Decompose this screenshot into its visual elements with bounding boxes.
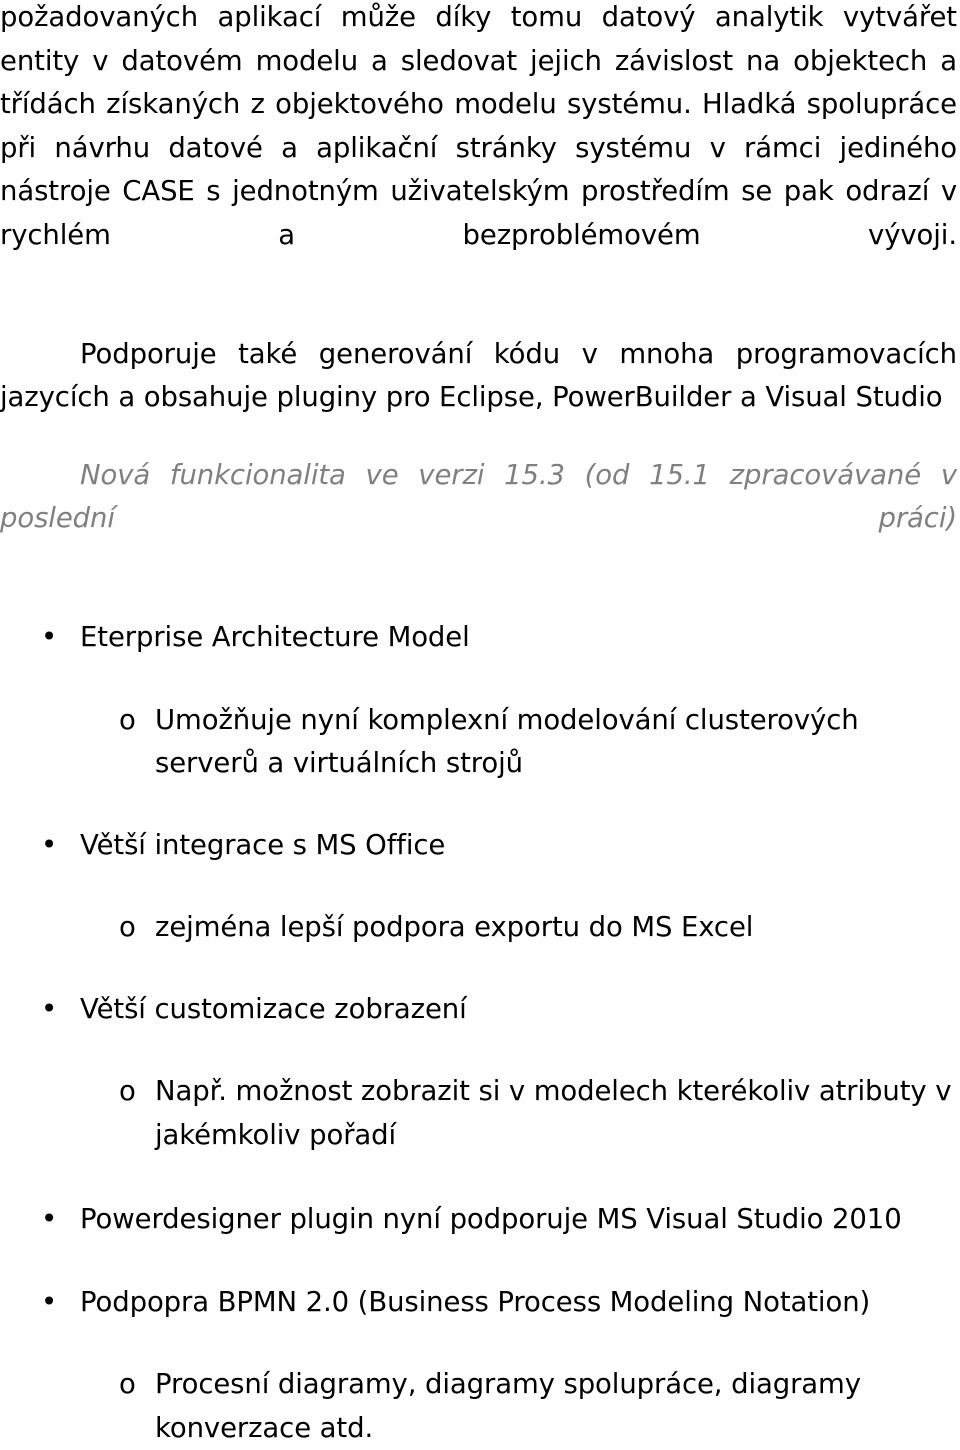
sub-list-item-label: Např. možnost zobrazit si v modelech kte… xyxy=(155,1075,952,1151)
list-gap xyxy=(0,1031,957,1070)
list-item: • Podpopra BPMN 2.0 (Business Process Mo… xyxy=(0,1281,957,1325)
bullet-icon: • xyxy=(41,1203,58,1235)
list-gap xyxy=(0,950,957,988)
list-gap xyxy=(0,1242,957,1281)
document-page: požadovaných aplikací může díky tomu dat… xyxy=(0,0,960,1444)
list-item-label: Podpopra BPMN 2.0 (Business Process Mode… xyxy=(80,1285,871,1318)
list-gap xyxy=(0,867,957,906)
paragraph-plugins: Podporuje také generování kódu v mnoha p… xyxy=(0,337,957,414)
list-item-label: Eterprise Architecture Model xyxy=(80,621,470,653)
list-gap xyxy=(0,1157,957,1198)
sub-list-item-label: Umožňuje nyní komplexní modelování clust… xyxy=(155,703,859,780)
list-item-label: Větší customizace zobrazení xyxy=(80,992,467,1025)
list-gap xyxy=(0,1324,957,1363)
note-spacer xyxy=(0,420,957,454)
circle-bullet-icon: o xyxy=(119,703,136,736)
circle-bullet-icon: o xyxy=(119,911,136,943)
list-gap xyxy=(0,660,957,699)
list-gap xyxy=(0,786,957,824)
sub-list-item-label: zejména lepší podpora exportu do MS Exce… xyxy=(155,911,754,943)
document-body: požadovaných aplikací může díky tomu dat… xyxy=(0,0,957,1450)
bullet-icon: • xyxy=(41,992,58,1025)
list-item: • Větší customizace zobrazení xyxy=(0,988,957,1032)
bullet-icon: • xyxy=(41,621,58,653)
sub-list-item-label: Procesní diagramy, diagramy spolupráce, … xyxy=(155,1368,861,1444)
list-item-label: Větší integrace s MS Office xyxy=(80,828,446,861)
bullet-icon: • xyxy=(41,828,58,861)
list-item: • Eterprise Architecture Model xyxy=(0,616,957,660)
circle-bullet-icon: o xyxy=(119,1368,136,1400)
note-new-functionality: Nová funkcionalita ve verzi 15.3 (od 15.… xyxy=(0,458,957,535)
sub-list-item: o Např. možnost zobrazit si v modelech k… xyxy=(0,1070,957,1157)
circle-bullet-icon: o xyxy=(119,1075,136,1107)
list-item: • Powerdesigner plugin nyní podporuje MS… xyxy=(0,1198,957,1242)
paragraph-continued: požadovaných aplikací může díky tomu dat… xyxy=(0,1,957,251)
sub-list-item: o Umožňuje nyní komplexní modelování clu… xyxy=(0,699,957,786)
list-item: • Větší integrace s MS Office xyxy=(0,824,957,868)
list-item-label: Powerdesigner plugin nyní podporuje MS V… xyxy=(80,1203,902,1235)
bullet-icon: • xyxy=(41,1285,58,1318)
sub-list-item: o Procesní diagramy, diagramy spolupráce… xyxy=(0,1363,957,1450)
sub-list-item: o zejména lepší podpora exportu do MS Ex… xyxy=(0,906,957,950)
